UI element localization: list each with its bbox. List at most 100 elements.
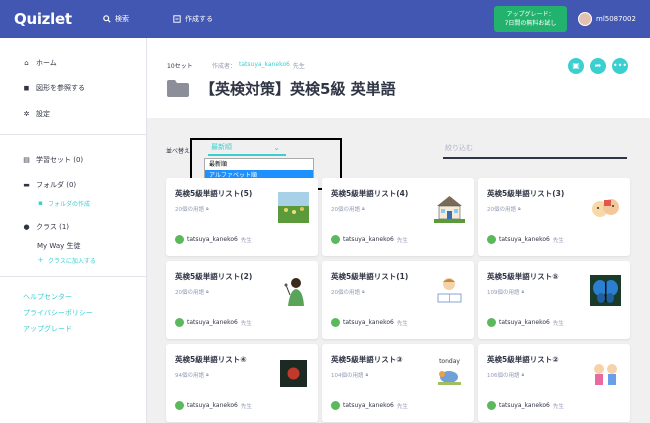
author-name: tatsuya_kaneko6 bbox=[343, 402, 394, 409]
more-options-button[interactable]: ••• bbox=[612, 58, 628, 74]
lock-icon: 🔒︎ bbox=[206, 372, 209, 378]
upgrade-trial-button[interactable]: アップグレード： 7日間の無料お試し bbox=[494, 6, 567, 32]
set-card[interactable]: 英検5級単語リスト② 106個の用語 🔒︎ tatsuya_kaneko6 先生 bbox=[478, 344, 630, 422]
author-name: tatsuya_kaneko6 bbox=[499, 319, 550, 326]
sidebar-item-diagrams[interactable]: ◼ 図形を参照する bbox=[23, 83, 85, 93]
creator-role: 先生 bbox=[292, 63, 305, 70]
terms-count: 94個の用語 bbox=[175, 373, 204, 379]
add-set-button[interactable]: ▣ bbox=[568, 58, 584, 74]
terms-count: 104個の用語 bbox=[331, 373, 364, 379]
terms-count: 20個の用語 bbox=[175, 207, 204, 213]
author-role: 先生 bbox=[240, 403, 252, 410]
sidebar-diagrams-label: 図形を参照する bbox=[36, 84, 85, 92]
sidebar-study-sets-label: 学習セット (0) bbox=[36, 156, 84, 164]
user-menu[interactable]: ml5087002 bbox=[578, 12, 636, 26]
field-image bbox=[278, 192, 309, 223]
set-card-title: 英検5級単語リスト(5) bbox=[175, 189, 253, 198]
set-card[interactable]: 英検5級単語リスト(4) 20個の用語 🔒︎ tatsuya_kaneko6 先生 bbox=[322, 178, 474, 256]
set-card-title: 英検5級単語リスト(1) bbox=[331, 272, 409, 281]
user-avatar bbox=[578, 12, 592, 26]
terms-count: 109個の用語 bbox=[487, 290, 520, 296]
set-card-title: 英検5級単語リスト④ bbox=[175, 355, 247, 364]
lock-icon: 🔒︎ bbox=[362, 206, 365, 212]
set-card-author[interactable]: tatsuya_kaneko6 先生 bbox=[487, 318, 564, 327]
set-card-title: 英検5級単語リスト(4) bbox=[331, 189, 409, 198]
set-card[interactable]: 英検5級単語リスト④ 94個の用語 🔒︎ tatsuya_kaneko6 先生 bbox=[166, 344, 318, 422]
author-role: 先生 bbox=[552, 237, 564, 244]
set-count: 10セット bbox=[167, 63, 193, 70]
sidebar-folders-label: フォルダ (0) bbox=[36, 181, 77, 189]
author-role: 先生 bbox=[396, 320, 408, 327]
set-card-author[interactable]: tatsuya_kaneko6 先生 bbox=[175, 235, 252, 244]
set-card[interactable]: 英検5級単語リスト(1) 20個の用語 🔒︎ tatsuya_kaneko6 先生 bbox=[322, 261, 474, 339]
sidebar: ⌂ ホーム ◼ 図形を参照する ✲ 設定 ▤ 学習セット (0) ▬ フォルダ … bbox=[0, 38, 147, 423]
author-name: tatsuya_kaneko6 bbox=[499, 402, 550, 409]
set-card-author[interactable]: tatsuya_kaneko6 先生 bbox=[487, 401, 564, 410]
share-button[interactable]: ➦ bbox=[590, 58, 606, 74]
author-role: 先生 bbox=[240, 237, 252, 244]
author-avatar bbox=[331, 235, 340, 244]
gear-icon: ✲ bbox=[23, 109, 30, 118]
upgrade-link[interactable]: アップグレード bbox=[23, 324, 72, 334]
create-folder-link[interactable]: ▪ フォルダの作成 bbox=[37, 199, 90, 209]
folder-icon bbox=[167, 80, 189, 97]
set-card-author[interactable]: tatsuya_kaneko6 先生 bbox=[175, 401, 252, 410]
search-button[interactable]: 検索 bbox=[103, 14, 129, 24]
terms-count: 20個の用語 bbox=[487, 207, 516, 213]
sidebar-divider bbox=[0, 134, 147, 135]
class-item[interactable]: My Way 生徒 bbox=[37, 241, 81, 251]
author-role: 先生 bbox=[552, 320, 564, 327]
set-card-terms: 20個の用語 🔒︎ bbox=[487, 205, 521, 213]
filter-input[interactable]: 絞り込む bbox=[443, 141, 627, 159]
set-card[interactable]: 英検5級単語リスト⑤ 109個の用語 🔒︎ tatsuya_kaneko6 先生 bbox=[478, 261, 630, 339]
folder-title: 【英検対策】英検5級 英単語 bbox=[200, 80, 396, 98]
share-icon: ➦ bbox=[594, 61, 602, 70]
sidebar-item-folders[interactable]: ▬ フォルダ (0) bbox=[23, 180, 76, 190]
set-card-terms: 20個の用語 🔒︎ bbox=[331, 205, 365, 213]
search-icon bbox=[103, 15, 111, 23]
creator-prefix: 作成者： bbox=[212, 63, 237, 70]
create-button[interactable]: 作成する bbox=[173, 14, 213, 24]
help-center-link[interactable]: ヘルプセンター bbox=[23, 292, 72, 302]
cartoon-faces-image bbox=[592, 199, 619, 217]
house-image bbox=[434, 196, 465, 223]
sidebar-item-settings[interactable]: ✲ 設定 bbox=[23, 109, 50, 119]
set-card[interactable]: 英検5級単語リスト③ 104個の用語 🔒︎ tonday tatsuya_kane… bbox=[322, 344, 474, 422]
sidebar-home-label: ホーム bbox=[36, 59, 57, 67]
upgrade-line2: 7日間の無料お試し bbox=[504, 20, 557, 27]
set-card-terms: 109個の用語 🔒︎ bbox=[487, 288, 524, 296]
terms-count: 20個の用語 bbox=[175, 290, 204, 296]
set-card-author[interactable]: tatsuya_kaneko6 先生 bbox=[487, 235, 564, 244]
kids-image bbox=[594, 364, 617, 385]
join-icon: + bbox=[37, 256, 44, 264]
sidebar-item-home[interactable]: ⌂ ホーム bbox=[23, 58, 57, 68]
set-card[interactable]: 英検5級単語リスト(5) 20個の用語 🔒︎ tatsuya_kaneko6 先生 bbox=[166, 178, 318, 256]
home-icon: ⌂ bbox=[24, 58, 29, 67]
author-role: 先生 bbox=[552, 403, 564, 410]
author-avatar bbox=[175, 401, 184, 410]
sidebar-item-classes[interactable]: ● クラス (1) bbox=[23, 222, 69, 232]
author-avatar bbox=[175, 318, 184, 327]
sort-label: 並べ替え bbox=[166, 148, 191, 155]
upgrade-line1: アップグレード： bbox=[506, 11, 555, 18]
author-name: tatsuya_kaneko6 bbox=[187, 402, 238, 409]
join-class-link[interactable]: + クラスに加入する bbox=[37, 256, 96, 266]
set-card-author[interactable]: tatsuya_kaneko6 先生 bbox=[331, 401, 408, 410]
privacy-policy-link[interactable]: プライバシーポリシー bbox=[23, 308, 93, 318]
terms-count: 106個の用語 bbox=[487, 373, 520, 379]
set-card-author[interactable]: tatsuya_kaneko6 先生 bbox=[175, 318, 252, 327]
author-avatar bbox=[175, 235, 184, 244]
set-card-author[interactable]: tatsuya_kaneko6 先生 bbox=[331, 318, 408, 327]
set-card[interactable]: 英検5級単語リスト(2) 20個の用語 🔒︎ tatsuya_kaneko6 先生 bbox=[166, 261, 318, 339]
sidebar-item-study-sets[interactable]: ▤ 学習セット (0) bbox=[23, 155, 83, 165]
users-icon: ● bbox=[23, 222, 30, 231]
set-card[interactable]: 英検5級単語リスト(3) 20個の用語 🔒︎ tatsuya_kaneko6 先生 bbox=[478, 178, 630, 256]
folder-plus-icon: ▪ bbox=[38, 199, 43, 207]
set-card-title: 英検5級単語リスト② bbox=[487, 355, 559, 364]
creator-name-link[interactable]: tatsuya_kaneko6 bbox=[239, 61, 290, 70]
author-role: 先生 bbox=[396, 403, 408, 410]
quizlet-logo[interactable]: Quizlet bbox=[14, 10, 72, 28]
more-icon: ••• bbox=[612, 61, 628, 70]
author-avatar bbox=[331, 401, 340, 410]
set-card-author[interactable]: tatsuya_kaneko6 先生 bbox=[331, 235, 408, 244]
